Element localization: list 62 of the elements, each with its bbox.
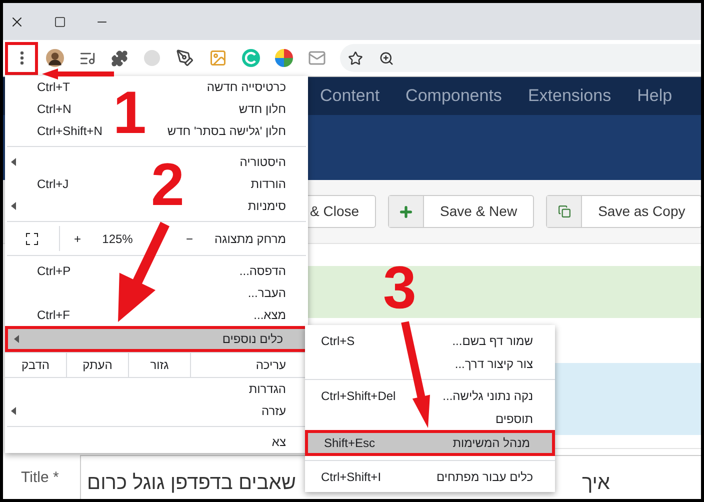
zoom-level: 125% <box>101 230 134 248</box>
shortcut-text: Ctrl+N <box>37 101 72 118</box>
menu-button[interactable] <box>5 42 38 74</box>
field-value-text: איך <box>582 470 610 496</box>
nav-item[interactable]: Content <box>320 83 380 109</box>
edit-action-button[interactable]: הדבק <box>5 353 67 377</box>
menu-item[interactable]: כרטיסייה חדשה <box>206 78 286 96</box>
copy-icon <box>558 205 571 218</box>
avatar-icon[interactable] <box>46 49 64 67</box>
zoom-in-button[interactable]: + <box>60 230 95 248</box>
menu-item-label: מרחק מתצוגה <box>214 230 287 248</box>
toolbar-button[interactable]: Save as Copy <box>546 195 701 228</box>
menu-item[interactable]: חלון 'גלישה בסתר' חדש <box>167 122 286 140</box>
step-number: 3 <box>383 258 416 318</box>
shortcut-text: Ctrl+F <box>37 307 70 324</box>
annotation-arrow <box>42 68 114 80</box>
zoom-icon[interactable] <box>379 50 394 66</box>
fullscreen-icon[interactable] <box>26 232 38 244</box>
menu-item-label: עריכה <box>256 357 287 374</box>
mail-icon[interactable] <box>308 49 326 67</box>
menu-item[interactable]: עזרה <box>261 402 286 420</box>
field-label: Title * <box>20 468 60 488</box>
step-number: 1 <box>113 83 146 143</box>
color-wheel-icon[interactable] <box>275 49 293 67</box>
menu-item[interactable]: כלים נוספים <box>5 326 308 352</box>
field-value-text: שאבים בדפדפן גוגל כרום <box>87 470 296 496</box>
menu-item[interactable]: שמור דף בשם... <box>452 332 533 350</box>
edit-action-button[interactable]: העתק <box>67 353 129 377</box>
pen-tool-icon[interactable] <box>176 49 194 67</box>
shortcut-text: Ctrl+J <box>37 176 69 193</box>
more-icon <box>20 51 24 65</box>
maximize-icon[interactable] <box>54 16 66 28</box>
shortcut-text: Ctrl+Shift+Del <box>321 388 396 404</box>
menu-item[interactable]: העבר... <box>248 284 286 302</box>
nav-item[interactable]: Components <box>406 83 502 109</box>
menu-item[interactable]: חלון חדש <box>238 100 286 118</box>
menu-item[interactable]: מצא... <box>254 306 286 324</box>
menu-item[interactable]: כלים עבור מפתחים <box>436 468 533 486</box>
toolbar-button[interactable]: Save & New <box>388 195 534 228</box>
shortcut-text: Shift+Esc <box>324 435 376 452</box>
menu-item[interactable]: נקה נתוני גלישה... <box>442 386 533 404</box>
puzzle-icon[interactable] <box>111 50 128 66</box>
menu-item[interactable]: הורדות <box>250 175 286 193</box>
shortcut-text: Ctrl+Shift+N <box>37 123 102 140</box>
zoom-out-button[interactable]: − <box>177 230 202 248</box>
plus-icon <box>398 204 414 220</box>
menu-item[interactable]: הדפסה... <box>239 262 286 280</box>
shortcut-text: Ctrl+Shift+I <box>321 468 382 486</box>
bookmark-star-icon[interactable] <box>348 50 363 66</box>
shortcut-text: Ctrl+S <box>321 332 355 350</box>
shortcut-text: Ctrl+T <box>37 79 70 96</box>
nav-item[interactable]: Help <box>637 83 672 109</box>
menu-item[interactable]: סימניות <box>248 197 286 215</box>
edit-action-button[interactable]: גזור <box>129 353 191 377</box>
step-number: 2 <box>151 155 184 215</box>
menu-item[interactable]: תוספים <box>496 410 533 428</box>
shortcut-text: Ctrl+P <box>37 263 71 280</box>
menu-item[interactable]: היסטוריה <box>240 153 286 171</box>
menu-item[interactable]: צור קיצור דרך... <box>454 354 533 372</box>
nav-item[interactable]: Extensions <box>528 83 612 109</box>
menu-item[interactable]: צא <box>272 433 286 451</box>
menu-item[interactable]: הגדרות <box>248 380 286 398</box>
